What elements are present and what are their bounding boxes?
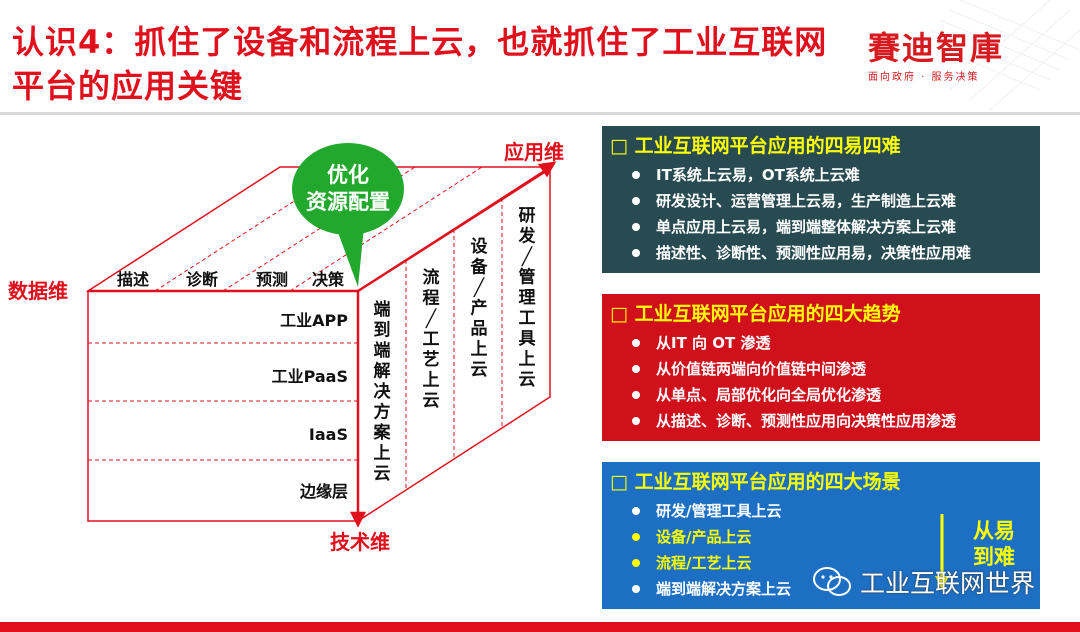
top-label-diagnose: 诊断 — [186, 270, 218, 289]
panel-1-item: IT系统上云易，OT系统上云难 — [602, 162, 1040, 188]
panel-2-item: 从单点、局部优化向全局优化渗透 — [602, 382, 1040, 408]
ccid-logo: 賽迪智庫 面向政府 · 服务决策 — [868, 30, 1068, 83]
bottom-bar — [0, 622, 1080, 632]
panel-four-easy-four-hard: □ 工业互联网平台应用的四易四难 IT系统上云易，OT系统上云难 研发设计、运营… — [602, 126, 1040, 273]
panel-2-item: 从描述、诊断、预测性应用向决策性应用渗透 — [602, 408, 1040, 434]
panel-2-item: 从IT 向 OT 渗透 — [602, 330, 1040, 356]
wechat-icon — [813, 567, 851, 596]
bubble-line-2: 资源配置 — [306, 190, 390, 214]
top-label-predict: 预测 — [256, 270, 288, 289]
cube-diagram: 优化 资源配置 数据维 应用维 技术维 描述 诊断 预测 决策 工业APP 工业… — [8, 140, 564, 554]
layer-label-edge: 边缘层 — [299, 482, 348, 501]
top-label-describe: 描述 — [117, 270, 149, 289]
logo-subtitle: 面向政府 · 服务决策 — [868, 72, 980, 83]
axis-label-app: 应用维 — [504, 140, 564, 164]
layer-label-paas: 工业PaaS — [272, 367, 348, 386]
panel-1-item: 描述性、诊断性、预测性应用易，决策性应用难 — [602, 240, 1040, 266]
axis-label-tech: 技术维 — [330, 530, 390, 554]
bubble-line-1: 优化 — [327, 163, 369, 187]
panel-2-title: □ 工业互联网平台应用的四大趋势 — [610, 303, 901, 325]
logo-main-text: 賽迪智庫 — [868, 29, 1005, 67]
panel-1-item: 研发设计、运营管理上云易，生产制造上云难 — [602, 188, 1040, 214]
axis-label-data: 数据维 — [8, 279, 68, 303]
panel-2-item: 从价值链两端向价值链中间渗透 — [602, 356, 1040, 382]
layer-label-app: 工业APP — [280, 311, 348, 330]
side-column-process: 流程╱工艺上云 — [423, 267, 440, 411]
side-column-end-to-end: 端到端解决方案上云 — [373, 299, 392, 484]
watermark: 工业互联网世界 — [812, 564, 1035, 600]
panel-1-item: 单点应用上云易，端到端整体解决方案上云难 — [602, 214, 1040, 240]
panel-3-title: □ 工业互联网平台应用的四大场景 — [610, 471, 901, 493]
panel-four-trends: □ 工业互联网平台应用的四大趋势 从IT 向 OT 渗透 从价值链两端向价值链中… — [602, 294, 1040, 441]
watermark-text: 工业互联网世界 — [860, 569, 1036, 598]
side-column-rd-tools: 研发╱管理工具上云 — [518, 206, 537, 390]
top-label-decide: 决策 — [312, 270, 345, 289]
easy-to-hard-label: 从易 到难 — [966, 518, 1022, 570]
panel-1-title: □ 工业互联网平台应用的四易四难 — [610, 135, 901, 157]
layer-label-iaas: IaaS — [309, 425, 348, 444]
page-title: 认识4：抓住了设备和流程上云，也就抓住了工业互联网平台的应用关键 — [12, 23, 828, 105]
arrow-label-line-1: 从易 — [973, 519, 1015, 543]
side-column-device: 设备╱产品上云 — [470, 237, 489, 380]
